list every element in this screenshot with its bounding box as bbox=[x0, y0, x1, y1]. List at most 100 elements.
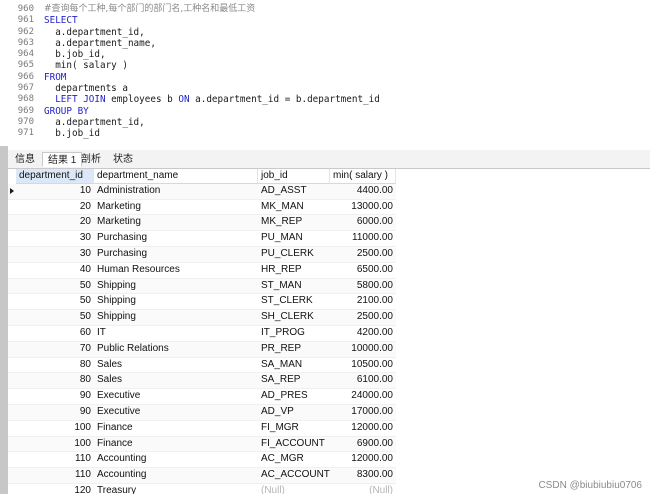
code-line[interactable]: 966 FROM bbox=[0, 72, 650, 83]
cell-min-salary[interactable]: (Null) bbox=[330, 484, 396, 494]
cell-min-salary[interactable]: 2500.00 bbox=[330, 247, 396, 262]
cell-department-id[interactable]: 60 bbox=[16, 326, 94, 341]
cell-department-id[interactable]: 100 bbox=[16, 421, 94, 436]
cell-department-id[interactable]: 120 bbox=[16, 484, 94, 494]
cell-job-id[interactable]: PU_CLERK bbox=[258, 247, 330, 262]
cell-department-name[interactable]: Sales bbox=[94, 373, 258, 388]
cell-department-name[interactable]: Administration bbox=[94, 184, 258, 199]
cell-department-name[interactable]: Shipping bbox=[94, 294, 258, 309]
cell-department-id[interactable]: 20 bbox=[16, 215, 94, 230]
cell-department-name[interactable]: Human Resources bbox=[94, 263, 258, 278]
cell-min-salary[interactable]: 5800.00 bbox=[330, 279, 396, 294]
cell-job-id[interactable]: AD_VP bbox=[258, 405, 330, 420]
cell-job-id[interactable]: AC_MGR bbox=[258, 452, 330, 467]
cell-min-salary[interactable]: 6900.00 bbox=[330, 437, 396, 452]
column-header-min-salary[interactable]: min( salary ) bbox=[330, 169, 396, 184]
cell-job-id[interactable]: ST_CLERK bbox=[258, 294, 330, 309]
cell-department-id[interactable]: 80 bbox=[16, 358, 94, 373]
code-line[interactable]: 961 SELECT bbox=[0, 15, 650, 26]
cell-job-id[interactable]: IT_PROG bbox=[258, 326, 330, 341]
cell-department-name[interactable]: Public Relations bbox=[94, 342, 258, 357]
code-line[interactable]: 962 a.department_id, bbox=[0, 27, 650, 38]
code-line[interactable]: 971 b.job_id bbox=[0, 128, 650, 139]
cell-job-id[interactable]: AD_PRES bbox=[258, 389, 330, 404]
cell-min-salary[interactable]: 11000.00 bbox=[330, 231, 396, 246]
row-indicator[interactable] bbox=[8, 184, 16, 199]
cell-job-id[interactable]: MK_REP bbox=[258, 215, 330, 230]
cell-job-id[interactable]: SA_MAN bbox=[258, 358, 330, 373]
table-row[interactable]: 120 Treasury (Null) (Null) bbox=[8, 484, 396, 494]
row-indicator[interactable] bbox=[8, 231, 16, 246]
table-row[interactable]: 80 Sales SA_MAN 10500.00 bbox=[8, 358, 396, 374]
sql-editor[interactable]: 960 #查询每个工种,每个部门的部门名,工种名和最低工资 961 SELECT 962… bbox=[0, 0, 650, 146]
cell-job-id[interactable]: MK_MAN bbox=[258, 200, 330, 215]
cell-department-name[interactable]: Finance bbox=[94, 421, 258, 436]
cell-job-id[interactable]: PR_REP bbox=[258, 342, 330, 357]
cell-department-name[interactable]: Executive bbox=[94, 405, 258, 420]
column-header-department-name[interactable]: department_name bbox=[94, 169, 258, 184]
tab-info[interactable]: 信息 bbox=[10, 152, 40, 167]
table-row[interactable]: 90 Executive AD_PRES 24000.00 bbox=[8, 389, 396, 405]
row-indicator[interactable] bbox=[8, 484, 16, 494]
table-row[interactable]: 30 Purchasing PU_MAN 11000.00 bbox=[8, 231, 396, 247]
row-indicator[interactable] bbox=[8, 405, 16, 420]
code-line[interactable]: 969 GROUP BY bbox=[0, 106, 650, 117]
cell-department-id[interactable]: 110 bbox=[16, 468, 94, 483]
cell-department-id[interactable]: 100 bbox=[16, 437, 94, 452]
cell-job-id[interactable]: AD_ASST bbox=[258, 184, 330, 199]
cell-department-name[interactable]: Finance bbox=[94, 437, 258, 452]
cell-department-id[interactable]: 50 bbox=[16, 294, 94, 309]
cell-min-salary[interactable]: 12000.00 bbox=[330, 452, 396, 467]
table-row[interactable]: 50 Shipping ST_MAN 5800.00 bbox=[8, 278, 396, 295]
cell-department-id[interactable]: 110 bbox=[16, 452, 94, 467]
cell-min-salary[interactable]: 2500.00 bbox=[330, 310, 396, 325]
cell-job-id[interactable]: SH_CLERK bbox=[258, 310, 330, 325]
code-line[interactable]: 970 a.department_id, bbox=[0, 117, 650, 128]
cell-department-name[interactable]: Shipping bbox=[94, 279, 258, 294]
cell-min-salary[interactable]: 12000.00 bbox=[330, 421, 396, 436]
row-indicator[interactable] bbox=[8, 263, 16, 278]
cell-department-name[interactable]: Sales bbox=[94, 358, 258, 373]
table-row[interactable]: 100 Finance FI_MGR 12000.00 bbox=[8, 421, 396, 437]
tab-profile[interactable]: 剖析 bbox=[76, 152, 106, 167]
cell-department-name[interactable]: Treasury bbox=[94, 484, 258, 494]
code-line[interactable]: 967 departments a bbox=[0, 83, 650, 94]
cell-min-salary[interactable]: 10000.00 bbox=[330, 342, 396, 357]
cell-job-id[interactable]: FI_MGR bbox=[258, 421, 330, 436]
cell-min-salary[interactable]: 4200.00 bbox=[330, 326, 396, 341]
row-indicator[interactable] bbox=[8, 373, 16, 388]
table-row[interactable]: 20 Marketing MK_REP 6000.00 bbox=[8, 215, 396, 232]
column-header-department-id[interactable]: department_id bbox=[16, 169, 94, 184]
cell-department-id[interactable]: 90 bbox=[16, 405, 94, 420]
row-indicator[interactable] bbox=[8, 215, 16, 230]
table-row[interactable]: 40 Human Resources HR_REP 6500.00 bbox=[8, 263, 396, 279]
cell-min-salary[interactable]: 13000.00 bbox=[330, 200, 396, 215]
code-line[interactable]: 963 a.department_name, bbox=[0, 38, 650, 49]
cell-department-name[interactable]: IT bbox=[94, 326, 258, 341]
cell-min-salary[interactable]: 6500.00 bbox=[330, 263, 396, 278]
row-indicator[interactable] bbox=[8, 452, 16, 467]
cell-min-salary[interactable]: 6000.00 bbox=[330, 215, 396, 230]
cell-min-salary[interactable]: 4400.00 bbox=[330, 184, 396, 199]
table-row[interactable]: 110 Accounting AC_ACCOUNT 8300.00 bbox=[8, 468, 396, 484]
tab-status[interactable]: 状态 bbox=[108, 152, 138, 167]
cell-min-salary[interactable]: 2100.00 bbox=[330, 294, 396, 309]
row-indicator[interactable] bbox=[8, 389, 16, 404]
column-header-job-id[interactable]: job_id bbox=[258, 169, 330, 184]
cell-department-name[interactable]: Marketing bbox=[94, 215, 258, 230]
table-row[interactable]: 100 Finance FI_ACCOUNT 6900.00 bbox=[8, 436, 396, 453]
cell-department-name[interactable]: Shipping bbox=[94, 310, 258, 325]
cell-min-salary[interactable]: 17000.00 bbox=[330, 405, 396, 420]
row-indicator[interactable] bbox=[8, 279, 16, 294]
cell-job-id[interactable]: PU_MAN bbox=[258, 231, 330, 246]
row-indicator[interactable] bbox=[8, 310, 16, 325]
cell-min-salary[interactable]: 24000.00 bbox=[330, 389, 396, 404]
cell-job-id[interactable]: AC_ACCOUNT bbox=[258, 468, 330, 483]
cell-department-id[interactable]: 90 bbox=[16, 389, 94, 404]
cell-min-salary[interactable]: 6100.00 bbox=[330, 373, 396, 388]
cell-job-id[interactable]: FI_ACCOUNT bbox=[258, 437, 330, 452]
table-row[interactable]: 10 Administration AD_ASST 4400.00 bbox=[8, 183, 396, 200]
row-indicator[interactable] bbox=[8, 326, 16, 341]
row-indicator[interactable] bbox=[8, 437, 16, 452]
cell-job-id[interactable]: SA_REP bbox=[258, 373, 330, 388]
